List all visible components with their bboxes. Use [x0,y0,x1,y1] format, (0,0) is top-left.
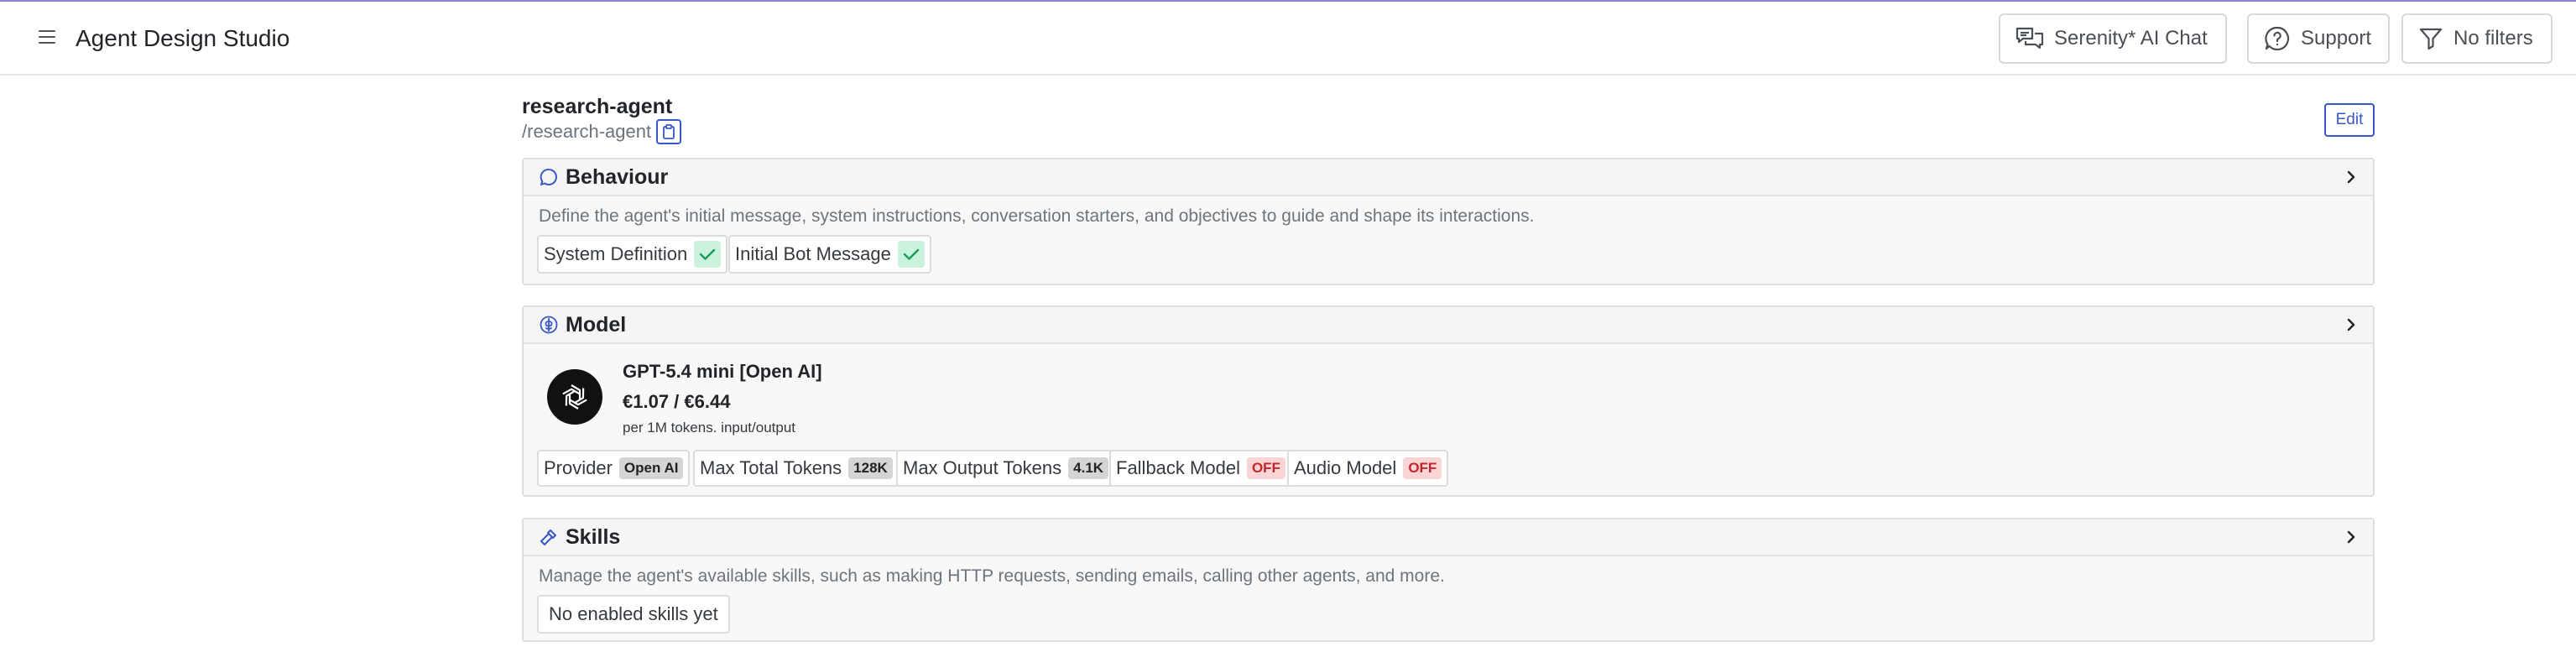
max-output-tokens-pill: Max Output Tokens 4.1K [896,450,1116,487]
pill-label: Initial Bot Message [735,243,891,264]
checkmark-icon [897,241,925,268]
model-title: Model [566,312,627,336]
skills-card: Skills Manage the agent's available skil… [522,518,2375,642]
agent-name: research-agent [522,95,673,118]
chevron-right-icon[interactable] [2343,529,2360,545]
max-total-tokens-badge: 128K [848,457,893,479]
pill-label: Max Output Tokens [903,457,1062,478]
brain-icon [539,315,559,335]
filters-button[interactable]: No filters [2401,13,2553,64]
question-circle-icon [2265,26,2290,51]
skills-title: Skills [566,524,621,549]
initial-bot-message-pill[interactable]: Initial Bot Message [728,235,931,274]
behaviour-card-header[interactable]: Behaviour [524,159,2373,196]
max-output-tokens-badge: 4.1K [1068,457,1109,479]
chevron-right-icon[interactable] [2343,316,2360,333]
edit-button[interactable]: Edit [2324,103,2375,137]
top-navbar: Agent Design Studio Serenity* AI Chat Su… [0,2,2576,76]
support-button[interactable]: Support [2247,13,2390,64]
model-price-unit: per 1M tokens. input/output [623,420,796,436]
audio-model-badge: OFF [1403,457,1442,479]
filters-label: No filters [2453,27,2533,50]
speech-bubble-icon [539,167,559,187]
chevron-right-icon[interactable] [2343,169,2360,185]
max-total-tokens-pill: Max Total Tokens 128K [693,450,900,487]
pill-label: Fallback Model [1116,457,1240,478]
openai-logo-icon [547,369,602,425]
fallback-model-pill: Fallback Model OFF [1109,450,1292,487]
pill-label: Provider [544,457,613,478]
skills-description: Manage the agent's available skills, suc… [539,566,1445,586]
ai-chat-label: Serenity* AI Chat [2054,27,2208,50]
ai-chat-button[interactable]: Serenity* AI Chat [1999,13,2227,64]
agent-slug: /research-agent [522,121,652,142]
pill-label: System Definition [544,243,688,264]
support-label: Support [2301,27,2372,50]
behaviour-card: Behaviour Define the agent's initial mes… [522,158,2375,285]
chat-bubbles-icon [2015,27,2044,50]
hamburger-icon[interactable] [37,27,59,47]
model-card: Model GPT-5.4 mini [Open AI] €1.07 / €6.… [522,305,2375,497]
copy-slug-button[interactable] [656,119,682,144]
skills-card-header[interactable]: Skills [524,519,2373,556]
model-card-header[interactable]: Model [524,307,2373,344]
funnel-icon [2419,28,2443,50]
system-definition-pill[interactable]: System Definition [537,235,728,274]
hammer-icon [539,527,559,547]
model-name: GPT-5.4 mini [Open AI] [623,361,822,382]
fallback-model-badge: OFF [1246,457,1285,479]
provider-badge: Open AI [618,457,684,479]
checkmark-icon [694,241,722,268]
behaviour-title: Behaviour [566,164,669,189]
pill-label: No enabled skills yet [549,603,718,624]
pill-label: Max Total Tokens [700,457,842,478]
app-title: Agent Design Studio [76,25,290,51]
clipboard-icon [663,124,675,139]
audio-model-pill: Audio Model OFF [1287,450,1449,487]
agent-slug-row: /research-agent [522,119,682,144]
model-price: €1.07 / €6.44 [623,391,731,412]
pill-label: Audio Model [1294,457,1397,478]
behaviour-description: Define the agent's initial message, syst… [539,206,1535,226]
no-skills-pill: No enabled skills yet [537,595,730,634]
provider-pill: Provider Open AI [537,450,691,487]
